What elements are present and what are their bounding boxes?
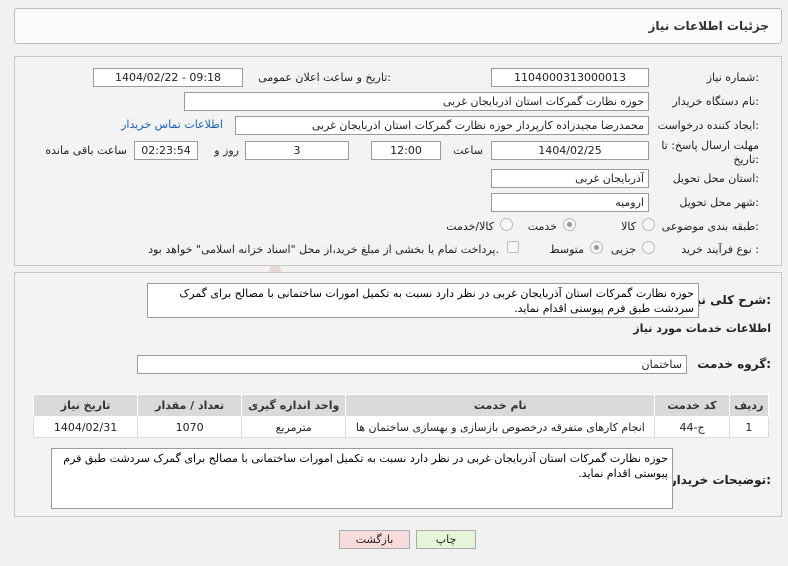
cell-unit: مترمربع xyxy=(241,416,347,438)
buyer-notes-label: توضیحات خریدار: xyxy=(669,473,771,487)
category-option-goods-service: کالا/خدمت xyxy=(446,220,494,233)
process-option-minor: جزیی xyxy=(610,243,636,256)
category-radio-goods[interactable] xyxy=(642,218,655,231)
page-header: جزئیات اطلاعات نیاز xyxy=(14,8,782,44)
category-radio-goods-service[interactable] xyxy=(500,218,513,231)
deadline-time-field[interactable]: 12:00 xyxy=(371,141,441,160)
need-info-panel: شماره نیاز: 1104000313000013 تاریخ و ساع… xyxy=(14,56,782,266)
services-table: ردیف کد خدمت نام خدمت واحد اندازه گیری ت… xyxy=(32,394,770,438)
cell-need-date: 1404/02/31 xyxy=(32,416,139,438)
process-radio-medium[interactable] xyxy=(590,241,603,254)
process-option-medium: متوسط xyxy=(549,243,584,256)
buyer-notes-textarea[interactable] xyxy=(51,448,673,509)
city-label: شهر محل تحویل: xyxy=(679,196,759,209)
col-unit: واحد اندازه گیری xyxy=(241,394,347,417)
back-button[interactable]: بازگشت xyxy=(339,530,410,549)
deadline-label-date: تاریخ: xyxy=(733,153,759,166)
col-service-code: کد خدمت xyxy=(654,394,730,417)
cell-quantity: 1070 xyxy=(137,416,243,438)
services-heading: اطلاعات خدمات مورد نیاز xyxy=(633,322,771,335)
requester-label: ایجاد کننده درخواست: xyxy=(657,119,759,132)
need-number-field[interactable]: 1104000313000013 xyxy=(491,68,649,87)
time-remaining-label: ساعت باقی مانده xyxy=(45,144,127,157)
need-number-label: شماره نیاز: xyxy=(706,71,759,84)
print-button[interactable]: چاپ xyxy=(416,530,476,549)
time-remaining-field[interactable]: 02:23:54 xyxy=(134,141,198,160)
announce-date-field[interactable]: 1404/02/22 - 09:18 xyxy=(93,68,243,87)
province-label: استان محل تحویل: xyxy=(672,172,759,185)
cell-service-code: ج-44 xyxy=(654,416,730,438)
buyer-org-label: نام دستگاه خریدار: xyxy=(672,95,759,108)
category-option-goods: کالا xyxy=(621,220,636,233)
category-radio-service[interactable] xyxy=(563,218,576,231)
service-group-label: گروه خدمت: xyxy=(697,357,771,371)
deadline-date-field[interactable]: 1404/02/25 xyxy=(491,141,649,160)
buyer-contact-link[interactable]: اطلاعات تماس خریدار xyxy=(121,118,223,131)
city-field[interactable]: ارومیه xyxy=(491,193,649,212)
province-field[interactable]: آذربایجان غربی xyxy=(491,169,649,188)
services-table-header: ردیف کد خدمت نام خدمت واحد اندازه گیری ت… xyxy=(32,394,770,417)
cell-row-number: 1 xyxy=(728,416,770,438)
page-title: جزئیات اطلاعات نیاز xyxy=(648,19,769,33)
col-service-name: نام خدمت xyxy=(345,394,656,417)
announce-date-label: تاریخ و ساعت اعلان عمومی: xyxy=(258,71,391,84)
process-label: نوع فرآیند خرید : xyxy=(681,243,759,256)
summary-textarea[interactable] xyxy=(147,283,699,318)
col-row-number: ردیف xyxy=(728,394,770,417)
col-quantity: تعداد / مقدار xyxy=(137,394,243,417)
buyer-org-field[interactable]: حوزه نظارت گمرکات استان اذربایجان غربی xyxy=(184,92,649,111)
deadline-time-label: ساعت xyxy=(453,144,483,157)
cell-service-name: انجام کارهای متفرقه درخصوص بازسازی و بهس… xyxy=(345,416,656,438)
need-details-panel: شرح کلی نیاز: اطلاعات خدمات مورد نیاز گر… xyxy=(14,272,782,517)
treasury-payment-checkbox[interactable] xyxy=(507,241,519,253)
process-radio-minor[interactable] xyxy=(642,241,655,254)
requester-field[interactable]: محمدرضا مجیدزاده کارپرداز حوزه نظارت گمر… xyxy=(235,116,649,135)
col-need-date: تاریخ نیاز xyxy=(32,394,139,417)
days-label: روز و xyxy=(214,144,239,157)
service-group-field[interactable]: ساختمان xyxy=(137,355,687,374)
category-label: طبقه بندی موضوعی: xyxy=(661,220,759,233)
treasury-payment-note: پرداخت تمام یا بخشی از مبلغ خرید،از محل … xyxy=(148,243,499,256)
category-option-service: خدمت xyxy=(527,220,557,233)
days-remaining-field[interactable]: 3 xyxy=(245,141,349,160)
table-row[interactable]: 1 ج-44 انجام کارهای متفرقه درخصوص بازساز… xyxy=(32,416,770,438)
deadline-label: مهلت ارسال پاسخ: تا xyxy=(661,139,759,152)
